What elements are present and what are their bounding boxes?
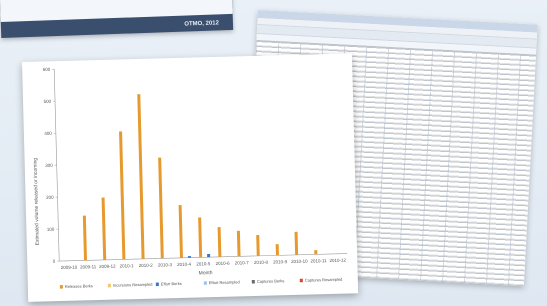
bar-2010-4-s2 [187, 256, 191, 258]
x-axis-label: Month [199, 270, 213, 276]
y-tick-label: 100 [47, 227, 55, 232]
legend-label: Effort Resampled [209, 279, 240, 285]
x-tick-label: 2009-12 [99, 264, 116, 269]
y-tick-label: 0 [53, 259, 56, 264]
legend-label: Incursions Resampled [113, 282, 153, 288]
legend-label: Effort Berks [161, 281, 182, 287]
legend-label: Captures Resampled [305, 277, 343, 283]
bar-2010-5-s0 [198, 217, 203, 258]
bar-2010-8-s0 [256, 235, 260, 256]
legend-swatch [299, 278, 303, 283]
x-tick-label: 2010-1 [120, 263, 135, 268]
bar-2010-3-s0 [158, 157, 164, 259]
legend-swatch [107, 283, 111, 288]
y-axis-label: Estimated volume released or incoming [33, 158, 41, 246]
bar-2010-10-s0 [294, 231, 299, 255]
bar-2010-5-s2 [207, 253, 211, 258]
x-tick-label: 2010-12 [329, 258, 346, 263]
bar-2010-2-s0 [137, 94, 145, 259]
x-tick-label: 2009-11 [80, 264, 97, 269]
x-tick-label: 2010-8 [254, 260, 269, 265]
y-tick-label: 400 [44, 131, 52, 136]
background-report-caption: OTMO, 2012 [184, 20, 220, 28]
legend-swatch [203, 281, 207, 285]
bar-2009-11-s0 [82, 215, 88, 261]
bar-2010-11-s0 [314, 250, 318, 255]
bar-2010-1-s0 [119, 131, 126, 260]
background-report-panel [0, 0, 233, 22]
x-tick-label: 2010-10 [291, 259, 308, 264]
legend-swatch [59, 285, 63, 289]
chart-card: Estimated volume released or incoming Mo… [22, 53, 359, 302]
bar-2010-7-s0 [236, 230, 241, 257]
bar-2010-9-s0 [275, 244, 279, 256]
bar-chart: Estimated volume released or incoming Mo… [33, 67, 348, 289]
background-report-card: OTMO, 2012 [0, 0, 234, 38]
x-tick-label: 2010-5 [196, 261, 211, 266]
x-tick-label: 2010-3 [158, 262, 173, 267]
legend-swatch [251, 279, 255, 284]
legend-label: Captures Berks [257, 278, 285, 284]
y-tick-label: 600 [43, 67, 51, 72]
x-tick-label: 2009-10 [61, 265, 78, 270]
x-tick-label: 2010-9 [273, 259, 288, 264]
x-tick-label: 2010-4 [177, 262, 192, 267]
x-tick-label: 2010-7 [235, 260, 250, 265]
y-tick-label: 300 [45, 163, 53, 168]
x-tick-label: 2010-6 [215, 261, 230, 266]
y-tick-label: 500 [43, 99, 51, 104]
bar-2010-6-s0 [217, 227, 222, 257]
x-tick-label: 2010-2 [139, 263, 154, 268]
y-tick-label: 200 [46, 195, 54, 200]
x-tick-label: 2010-11 [310, 258, 327, 263]
legend-label: Releases Berks [65, 283, 93, 289]
bar-2010-4-s0 [178, 205, 183, 258]
bar-2009-12-s0 [101, 197, 107, 260]
legend-swatch [155, 282, 159, 287]
